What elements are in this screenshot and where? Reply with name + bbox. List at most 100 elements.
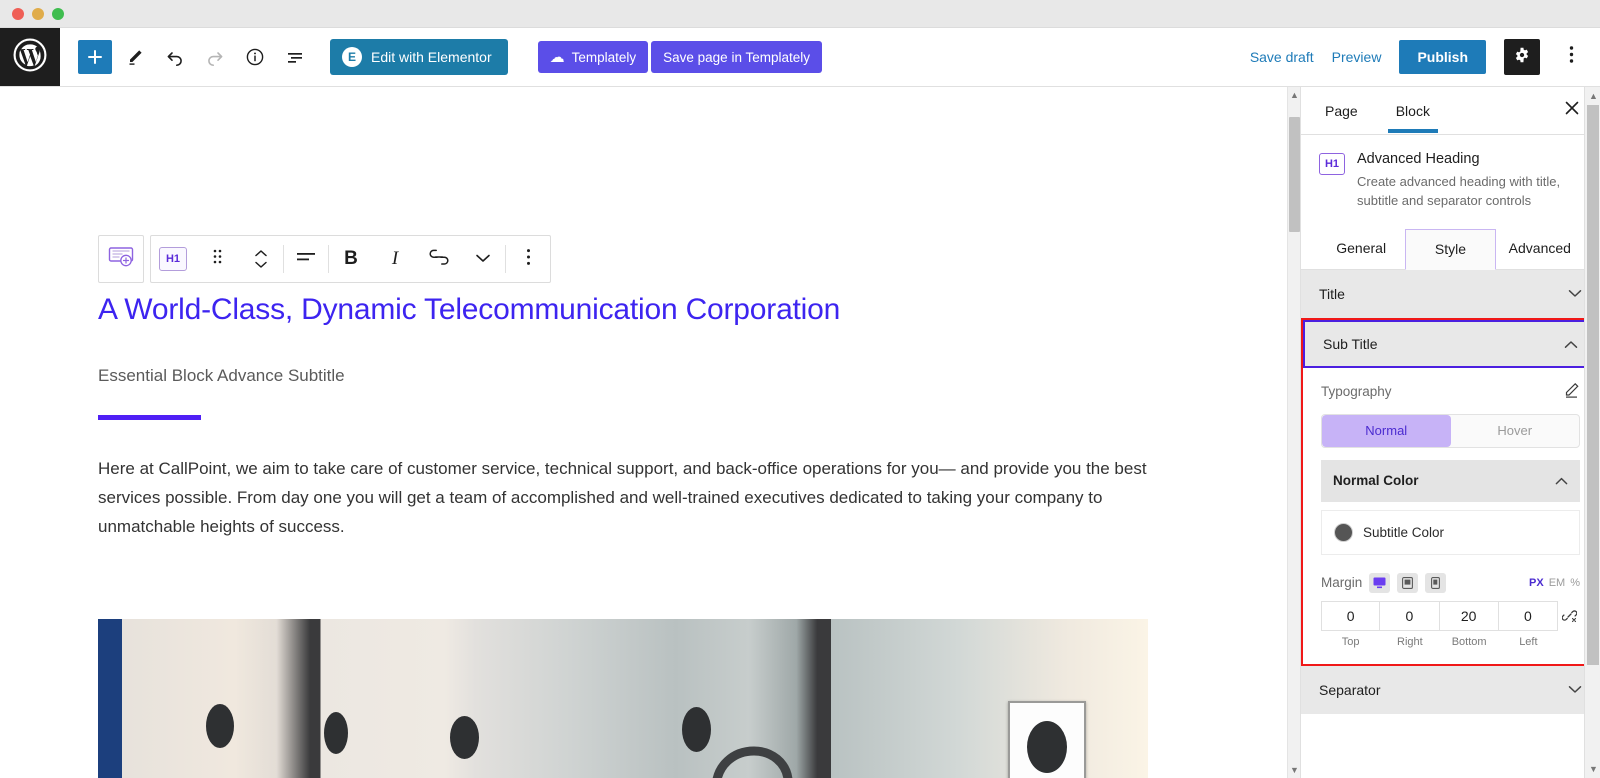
h1-badge-icon: H1 [159,247,187,271]
editor-body: H1 B I A World-Class, Dynamic Telecommun… [0,87,1600,778]
sidebar-scroll-up-arrow[interactable]: ▲ [1589,91,1598,101]
page-subtitle[interactable]: Essential Block Advance Subtitle [98,366,1160,386]
window-close-dot[interactable] [12,7,24,20]
italic-button[interactable]: I [373,236,417,282]
window-maximize-dot[interactable] [52,7,64,20]
advanced-heading-block[interactable]: A World-Class, Dynamic Telecommunication… [98,292,1160,542]
block-info: H1 Advanced Heading Create advanced head… [1301,135,1600,211]
unit-em[interactable]: EM [1549,577,1566,589]
section-separator[interactable]: Separator [1301,665,1600,714]
margin-top-caption: Top [1341,635,1360,648]
drag-handle[interactable] [195,236,239,282]
desktop-icon[interactable] [1369,572,1391,593]
chevron-down-icon [1568,287,1582,301]
subtitle-color-control[interactable]: Subtitle Color [1321,509,1580,555]
margin-left-cell: Left [1498,600,1558,648]
more-formats-button[interactable] [461,236,505,282]
typography-label: Typography [1321,384,1392,400]
templately-button[interactable]: ☁ Templately [537,41,649,73]
sub-title-panel: Typography Normal Hover Normal Color Sub… [1303,367,1598,664]
margin-bottom-cell: Bottom [1439,600,1499,648]
edit-with-elementor-button[interactable]: E Edit with Elementor [330,39,508,75]
sub-title-section-highlight: Sub Title Typography Normal Hover Normal… [1301,317,1600,666]
publish-button[interactable]: Publish [1399,40,1486,74]
move-up-down-icon [253,249,269,269]
list-view-button[interactable] [278,40,312,74]
scroll-up-arrow[interactable]: ▲ [1290,90,1299,100]
block-inserter-button[interactable] [99,236,143,282]
settings-button[interactable] [1504,39,1540,75]
margin-left-input[interactable] [1498,600,1558,631]
margin-top-input[interactable] [1321,600,1381,631]
section-sub-title-label: Sub Title [1323,335,1378,352]
unit-px[interactable]: PX [1529,577,1544,589]
templately-label: Templately [571,49,637,65]
tab-block[interactable]: Block [1387,89,1439,133]
sidebar-scroll-down-arrow[interactable]: ▼ [1589,764,1598,774]
wall-logo-icon [710,739,796,778]
kebab-menu-icon [526,248,531,271]
editor-scrollbar-thumb[interactable] [1289,117,1300,232]
sidebar-subtabs: General Style Advanced [1301,228,1600,270]
more-options-button[interactable] [1558,39,1584,75]
bold-icon: B [344,248,358,269]
subtab-advanced[interactable]: Advanced [1496,229,1584,269]
typography-edit-button[interactable] [1563,382,1580,402]
chevron-up-icon [1555,473,1568,488]
sidebar-tabs: Page Block [1301,87,1600,135]
tablet-icon[interactable] [1397,572,1419,593]
subtitle-color-swatch[interactable] [1334,522,1353,542]
office-wall-image[interactable] [98,619,1148,778]
toggle-normal[interactable]: Normal [1322,414,1451,447]
sidebar-scrollbar-thumb[interactable] [1587,105,1599,665]
editor-scrollbar[interactable]: ▲ ▼ [1287,87,1300,778]
wordpress-logo-icon [13,38,47,77]
gear-icon [1513,46,1531,69]
add-block-button[interactable] [78,40,112,74]
subtab-style[interactable]: Style [1405,228,1496,270]
italic-icon: I [391,248,399,269]
editor-toolbar: E Edit with Elementor ☁ Templately Save … [0,28,1600,87]
block-description: Create advanced heading with title, subt… [1357,174,1561,208]
tab-page[interactable]: Page [1317,89,1366,132]
redo-button[interactable] [198,40,232,74]
align-button[interactable] [284,236,328,282]
body-paragraph[interactable]: Here at CallPoint, we aim to take care o… [98,454,1148,542]
margin-inputs: Top Right Bottom Left [1321,600,1580,648]
link-button[interactable] [417,236,461,282]
section-sub-title[interactable]: Sub Title [1303,319,1598,368]
window-minimize-dot[interactable] [32,7,44,20]
toggle-hover[interactable]: Hover [1451,415,1580,447]
sidebar-scrollbar[interactable]: ▲ ▼ [1584,87,1600,778]
close-icon [1564,100,1580,121]
bold-button[interactable]: B [329,236,373,282]
wordpress-logo-button[interactable] [0,28,60,86]
unlink-icon[interactable] [1558,601,1580,631]
templately-button-group: ☁ Templately Save page in Templately [537,41,822,73]
scroll-down-arrow[interactable]: ▼ [1290,765,1299,775]
save-draft-button[interactable]: Save draft [1250,49,1314,65]
page-title[interactable]: A World-Class, Dynamic Telecommunication… [98,292,1160,328]
drag-dots-icon [213,249,222,269]
close-sidebar-button[interactable] [1558,97,1586,125]
margin-top-cell: Top [1321,600,1381,648]
move-block-button[interactable] [239,236,283,282]
edit-tool-button[interactable] [118,40,152,74]
block-type-button[interactable]: H1 [151,236,195,282]
section-title[interactable]: Title [1301,269,1600,318]
chevron-down-icon [1568,683,1582,697]
normal-color-accordion[interactable]: Normal Color [1321,459,1580,502]
details-button[interactable] [238,40,272,74]
margin-bottom-caption: Bottom [1451,635,1487,648]
add-block-outline-icon [108,246,134,273]
save-page-in-templately-button[interactable]: Save page in Templately [651,41,822,73]
subtab-general[interactable]: General [1317,229,1405,269]
undo-button[interactable] [158,40,192,74]
margin-bottom-input[interactable] [1439,600,1499,631]
margin-right-input[interactable] [1380,600,1440,631]
preview-button[interactable]: Preview [1332,49,1382,65]
chevron-up-icon [1564,336,1578,352]
mobile-icon[interactable] [1425,572,1447,593]
unit-percent[interactable]: % [1570,577,1580,589]
block-options-button[interactable] [506,236,550,282]
